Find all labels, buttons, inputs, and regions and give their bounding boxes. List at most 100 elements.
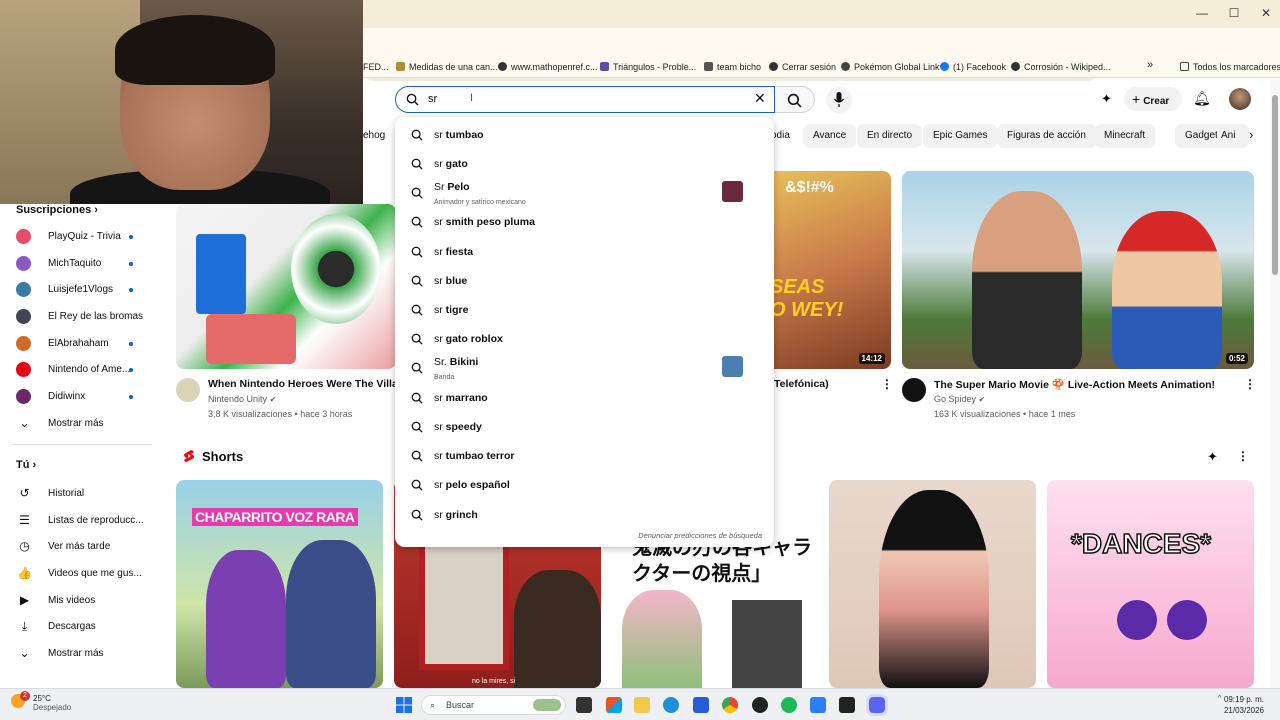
- sidebar-item-watch-later[interactable]: ◷ Ver más tarde: [16, 538, 146, 556]
- windows-start-icon[interactable]: [396, 697, 412, 713]
- search-suggestion[interactable]: sr speedy: [395, 412, 774, 441]
- sidebar-item-liked-videos[interactable]: 👍 Videos que me gus...: [16, 565, 146, 583]
- short-thumbnail[interactable]: CHAPARRITO VOZ RARA: [176, 480, 383, 688]
- edge-icon[interactable]: [663, 697, 679, 713]
- all-bookmarks-button[interactable]: Todos los marcadores: [1180, 62, 1280, 72]
- voice-search-button[interactable]: [826, 87, 852, 113]
- more-options-icon[interactable]: ⋮: [1237, 449, 1249, 463]
- search-input[interactable]: sr I ✕: [395, 86, 775, 113]
- search-button[interactable]: [775, 86, 815, 113]
- channel-name[interactable]: Nintendo Unity ✔: [208, 394, 276, 404]
- subscription-item[interactable]: ElAbrahaham: [16, 335, 146, 353]
- store-icon[interactable]: [693, 697, 709, 713]
- video-title[interactable]: When Nintendo Heroes Were The Villains: [208, 378, 396, 390]
- bookmark-item[interactable]: FED...: [363, 62, 389, 72]
- more-options-icon[interactable]: ⋮: [1244, 377, 1256, 391]
- user-avatar[interactable]: [1229, 88, 1251, 110]
- search-suggestion[interactable]: sr tigre: [395, 295, 774, 324]
- more-options-icon[interactable]: ⋮: [881, 377, 893, 391]
- chip[interactable]: En directo: [857, 124, 923, 148]
- subscription-item[interactable]: PlayQuiz - Trivia: [16, 228, 146, 246]
- suggestion-subtitle: Banda: [434, 374, 455, 381]
- app-icon[interactable]: [810, 697, 826, 713]
- obs-icon[interactable]: [752, 697, 768, 713]
- channel-avatar[interactable]: [902, 378, 926, 402]
- bookmark-item[interactable]: www.mathopenref.c...: [498, 62, 598, 72]
- sidebar-item-my-videos[interactable]: ▶ Mis videos: [16, 592, 146, 610]
- taskbar-search[interactable]: ⌕ Buscar: [421, 695, 566, 715]
- search-suggestion[interactable]: sr gato roblox: [395, 324, 774, 353]
- chip[interactable]: Ani: [1217, 124, 1249, 148]
- chrome-icon[interactable]: [722, 697, 738, 713]
- widgets-icon[interactable]: [606, 697, 622, 713]
- chip[interactable]: Avance: [803, 124, 857, 148]
- show-more-you[interactable]: ⌄ Mostrar más: [16, 645, 146, 663]
- search-suggestion[interactable]: sr smith peso pluma: [395, 207, 774, 236]
- subscription-item[interactable]: MichTaquito: [16, 255, 146, 273]
- maximize-button[interactable]: ☐: [1224, 6, 1244, 20]
- you-heading[interactable]: Tú ›: [16, 459, 36, 471]
- video-thumbnail[interactable]: 0:52: [902, 171, 1254, 369]
- sidebar-item-downloads[interactable]: ⤓ Descargas: [16, 618, 146, 636]
- sidebar-item-playlists[interactable]: ☰ Listas de reproducc...: [16, 512, 146, 530]
- subscription-item[interactable]: El Rey de las bromas: [16, 308, 146, 326]
- bookmarks-overflow-button[interactable]: »: [1147, 59, 1153, 71]
- clear-search-icon[interactable]: ✕: [754, 90, 766, 107]
- video-title[interactable]: Telefónica): [774, 378, 879, 390]
- search-suggestion[interactable]: sr gato: [395, 149, 774, 178]
- search-suggestion[interactable]: sr marrano: [395, 383, 774, 412]
- thumbnail-art: [1117, 600, 1157, 640]
- bookmark-item[interactable]: Medidas de una can...: [396, 62, 498, 72]
- create-button[interactable]: + Crear: [1124, 87, 1182, 111]
- bookmark-item[interactable]: Triángulos - Proble...: [600, 62, 696, 72]
- subscription-item[interactable]: Didiwinx: [16, 388, 146, 406]
- search-suggestion[interactable]: sr grinch: [395, 500, 774, 529]
- weather-widget[interactable]: 25°C Despejado: [33, 694, 71, 712]
- page-scrollbar[interactable]: [1270, 80, 1280, 688]
- minimize-button[interactable]: —: [1192, 6, 1212, 20]
- capcut-icon[interactable]: [839, 697, 855, 713]
- search-suggestion[interactable]: Sr. Bikini Banda: [395, 353, 774, 382]
- file-explorer-icon[interactable]: [634, 697, 650, 713]
- search-suggestion[interactable]: sr blue: [395, 266, 774, 295]
- video-title[interactable]: The Super Mario Movie 🍄 Live-Action Meet…: [934, 378, 1234, 391]
- tray-chevron-icon[interactable]: ^: [1218, 695, 1221, 702]
- chip[interactable]: Epic Games: [923, 124, 998, 148]
- bookmark-item[interactable]: team bicho: [704, 62, 761, 72]
- task-view-icon[interactable]: [576, 697, 592, 713]
- video-thumbnail[interactable]: [176, 204, 396, 369]
- search-suggestion[interactable]: sr fiesta: [395, 237, 774, 266]
- channel-avatar[interactable]: [176, 378, 200, 402]
- bookmark-item[interactable]: Cerrar sesión: [769, 62, 836, 72]
- discord-icon[interactable]: [866, 694, 888, 716]
- scrollbar-thumb[interactable]: [1272, 95, 1278, 275]
- search-suggestion[interactable]: Sr Pelo Animador y satírico mexicano: [395, 178, 774, 207]
- close-window-button[interactable]: ✕: [1256, 6, 1276, 20]
- bookmark-item[interactable]: (1) Facebook: [940, 62, 1006, 72]
- ai-sparkle-icon[interactable]: ✦: [1207, 449, 1218, 465]
- notifications-bell-icon[interactable]: 🔔︎: [1193, 90, 1211, 107]
- channel-name[interactable]: Go Spidey ✔: [934, 394, 985, 404]
- show-more-subscriptions[interactable]: ⌄ Mostrar más: [16, 415, 146, 433]
- video-thumbnail[interactable]: &$!#% SEAS O WEY! 14:12: [760, 171, 891, 369]
- bookmark-item[interactable]: Corrosión - Wikiped...: [1011, 62, 1111, 72]
- bookmark-item[interactable]: Pokémon Global Link: [841, 62, 940, 72]
- short-thumbnail[interactable]: *DANCES*: [1047, 480, 1254, 688]
- subscription-item[interactable]: Nintendo of Ame...: [16, 361, 146, 379]
- spotify-icon[interactable]: [781, 697, 797, 713]
- chip[interactable]: Figuras de acción: [997, 124, 1096, 148]
- search-suggestion[interactable]: sr tumbao: [395, 120, 774, 149]
- sidebar-item-history[interactable]: ↺ Historial: [16, 485, 146, 503]
- report-predictions-link[interactable]: Denunciar predicciones de búsqueda: [638, 531, 762, 540]
- thumbnail-art: [514, 570, 601, 688]
- chip[interactable]: Minecraft: [1094, 124, 1156, 148]
- suggestion-text: Sr Pelo: [434, 181, 470, 193]
- chevron-right-icon[interactable]: ›: [1249, 127, 1253, 142]
- taskbar-clock[interactable]: 09:19 p. m. 21/03/2026: [1224, 694, 1264, 716]
- search-suggestion[interactable]: sr pelo español: [395, 470, 774, 499]
- subscriptions-heading[interactable]: Suscripciones ›: [16, 204, 98, 216]
- short-thumbnail[interactable]: [829, 480, 1036, 688]
- ai-sparkle-icon[interactable]: ✦: [1101, 91, 1112, 107]
- search-suggestion[interactable]: sr tumbao terror: [395, 441, 774, 470]
- subscription-item[interactable]: Luisjefe1Vlogs: [16, 281, 146, 299]
